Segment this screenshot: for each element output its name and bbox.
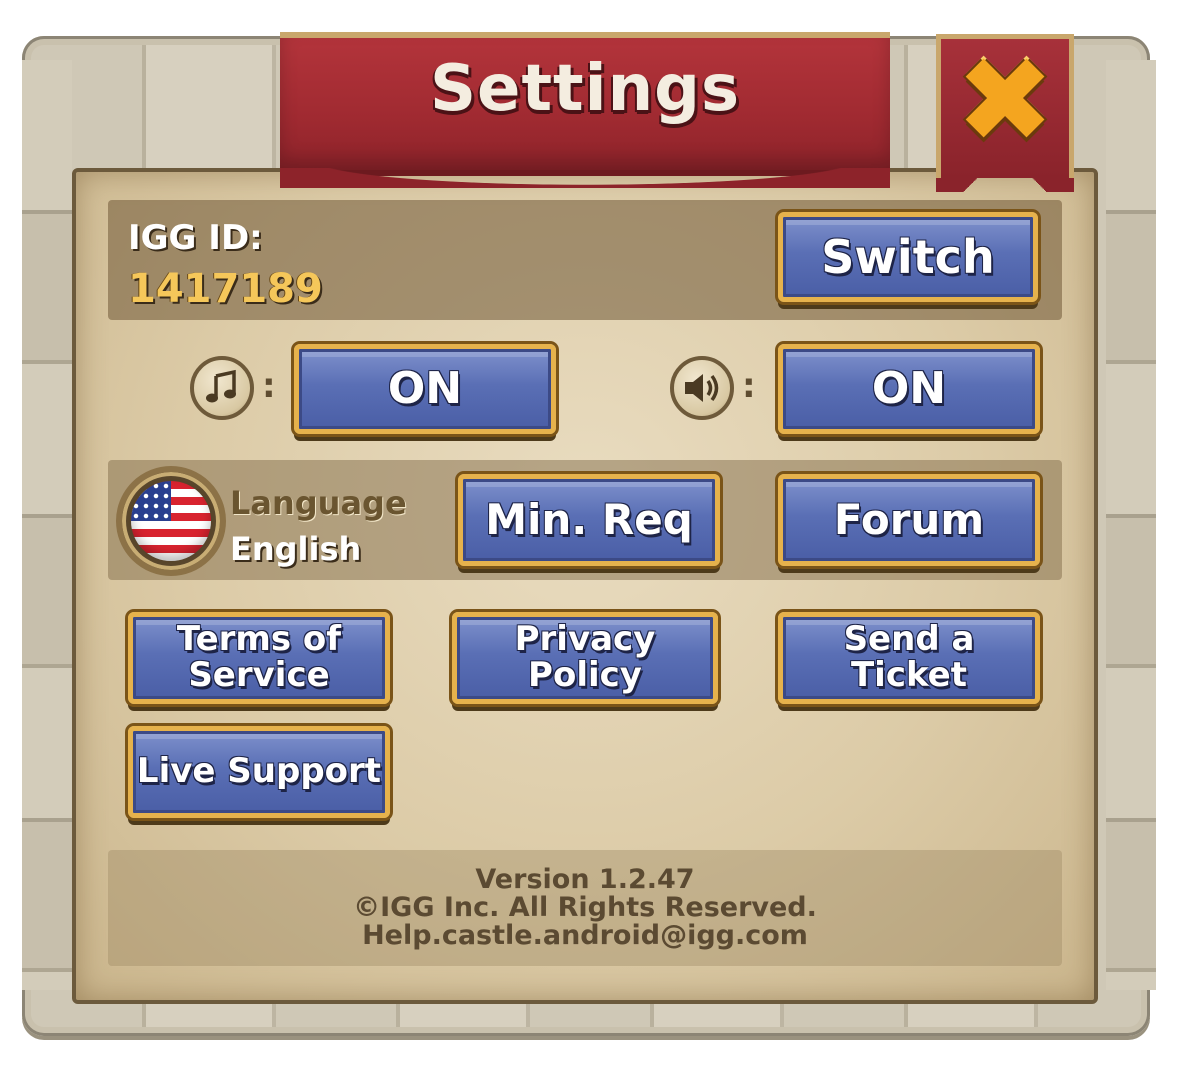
support-email-text: Help.castle.android@igg.com [362, 920, 808, 951]
sound-toggle-button[interactable]: ON [778, 344, 1040, 434]
settings-dialog: Settings ✖ IGG ID: 1417189 Switch : ON :… [0, 0, 1178, 1083]
sound-colon: : [742, 366, 756, 406]
frame-left-stones [22, 60, 72, 990]
version-text: Version 1.2.47 [475, 864, 695, 895]
copyright-text: ©IGG Inc. All Rights Reserved. [353, 892, 817, 923]
privacy-policy-button[interactable]: Privacy Policy [452, 612, 718, 704]
speaker-icon [670, 356, 734, 420]
forum-button[interactable]: Forum [778, 474, 1040, 566]
live-support-button[interactable]: Live Support [128, 726, 390, 818]
music-note-icon [190, 356, 254, 420]
terms-of-service-button[interactable]: Terms of Service [128, 612, 390, 704]
flag-canton [131, 481, 171, 521]
send-ticket-button[interactable]: Send a Ticket [778, 612, 1040, 704]
language-value: English [230, 530, 362, 568]
us-flag-icon [131, 481, 211, 561]
page-title: Settings [429, 52, 741, 126]
speaker-icon-glyph [685, 374, 719, 402]
language-label: Language [230, 484, 407, 522]
igg-id-value: 1417189 [128, 266, 323, 312]
min-req-button[interactable]: Min. Req [458, 474, 720, 566]
music-colon: : [262, 366, 276, 406]
igg-id-label: IGG ID: [128, 218, 263, 258]
frame-right-stones [1106, 60, 1156, 990]
music-toggle-button[interactable]: ON [294, 344, 556, 434]
switch-account-button[interactable]: Switch [778, 212, 1038, 302]
language-flag-button[interactable] [116, 466, 226, 576]
close-icon[interactable]: ✖ [946, 38, 1064, 162]
music-note-icon-glyph [206, 369, 236, 403]
